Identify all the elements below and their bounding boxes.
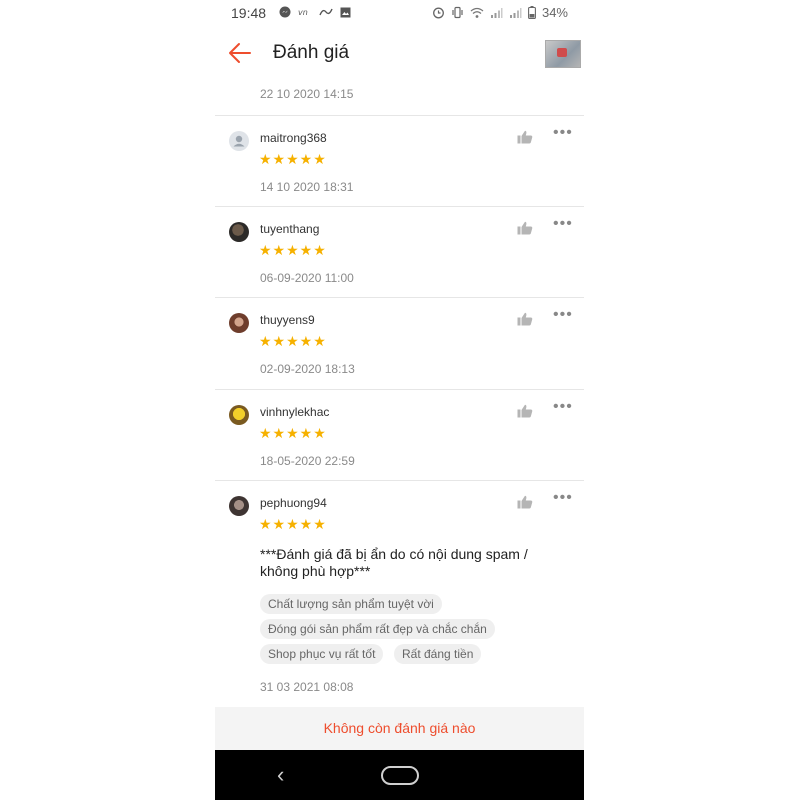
default-user-icon (233, 135, 245, 147)
rating-stars: ★★★★★ (259, 333, 327, 349)
image-icon (340, 7, 351, 17)
more-options-icon[interactable]: ••• (553, 216, 573, 232)
review-date: 02-09-2020 18:13 (260, 362, 355, 376)
system-navigation-bar: ‹ (215, 750, 584, 800)
more-options-icon[interactable]: ••• (553, 125, 573, 141)
review-date: 22 10 2020 14:15 (260, 87, 354, 101)
review-comment: ***Đánh giá đã bị ẩn do có nội dung spam… (260, 546, 528, 579)
review-username[interactable]: tuyenthang (260, 222, 319, 236)
cell-signal-icon (509, 7, 522, 18)
rating-stars: ★★★★★ (259, 425, 327, 441)
battery-icon (528, 6, 536, 19)
avatar (229, 405, 249, 425)
review-tag: Shop phục vụ rất tốt (260, 644, 384, 664)
rating-stars: ★★★★★ (259, 516, 327, 532)
notification-icons: vn (279, 6, 351, 18)
vibrate-icon (452, 6, 463, 19)
back-arrow-icon[interactable] (227, 40, 253, 66)
review-username[interactable]: vinhnylekhac (260, 405, 329, 419)
review-date: 18-05-2020 22:59 (260, 454, 355, 468)
nav-home-icon[interactable] (381, 766, 419, 785)
rating-stars: ★★★★★ (259, 242, 327, 258)
review-item: maitrong368 ★★★★★ 14 10 2020 18:31 ••• (215, 115, 584, 207)
review-username[interactable]: pephuong94 (260, 496, 327, 510)
review-item: thuyyens9 ★★★★★ 02-09-2020 18:13 ••• (215, 297, 584, 390)
vn-icon: vn (298, 8, 308, 17)
review-date: 14 10 2020 18:31 (260, 180, 354, 194)
page-title: Đánh giá (273, 42, 350, 63)
review-tag: Chất lượng sản phẩm tuyệt vời (260, 594, 442, 614)
like-icon[interactable] (517, 221, 533, 235)
more-options-icon[interactable]: ••• (553, 399, 573, 415)
review-tag: Rất đáng tiền (394, 644, 482, 664)
cell-signal-icon (490, 7, 503, 18)
app-bar: Đánh giá (215, 26, 584, 82)
avatar (229, 496, 249, 516)
phone-screen: 19:48 vn 34% Đánh giá 22 10 2020 14:15 m… (215, 0, 584, 800)
review-tag: Đóng gói sản phẩm rất đẹp và chắc chắn (260, 619, 495, 639)
nav-back-icon[interactable]: ‹ (277, 762, 284, 788)
review-date: 31 03 2021 08:08 (260, 680, 354, 694)
product-thumbnail[interactable] (545, 40, 581, 68)
battery-percent: 34% (541, 5, 568, 20)
avatar (229, 131, 249, 151)
system-icons: 34% (432, 5, 568, 20)
review-username[interactable]: thuyyens9 (260, 313, 315, 327)
signal-app-icon (319, 8, 333, 16)
status-bar: 19:48 vn 34% (215, 0, 584, 26)
review-item: tuyenthang ★★★★★ 06-09-2020 11:00 ••• (215, 206, 584, 298)
like-icon[interactable] (517, 312, 533, 326)
no-more-reviews-message: Không còn đánh giá nào (215, 707, 584, 750)
more-options-icon[interactable]: ••• (553, 490, 573, 506)
review-item: vinhnylekhac ★★★★★ 18-05-2020 22:59 ••• (215, 389, 584, 481)
like-icon[interactable] (517, 404, 533, 418)
rating-stars: ★★★★★ (259, 151, 327, 167)
svg-text:vn: vn (298, 8, 308, 17)
avatar (229, 313, 249, 333)
like-icon[interactable] (517, 495, 533, 509)
review-date: 06-09-2020 11:00 (260, 271, 354, 285)
messenger-icon (279, 6, 291, 18)
like-icon[interactable] (517, 130, 533, 144)
more-options-icon[interactable]: ••• (553, 307, 573, 323)
alarm-icon (433, 7, 444, 19)
review-item: pephuong94 ★★★★★ ***Đánh giá đã bị ẩn do… (215, 480, 584, 708)
wifi-icon (470, 7, 484, 18)
review-username[interactable]: maitrong368 (260, 131, 327, 145)
status-time: 19:48 (231, 5, 267, 21)
avatar (229, 222, 249, 242)
